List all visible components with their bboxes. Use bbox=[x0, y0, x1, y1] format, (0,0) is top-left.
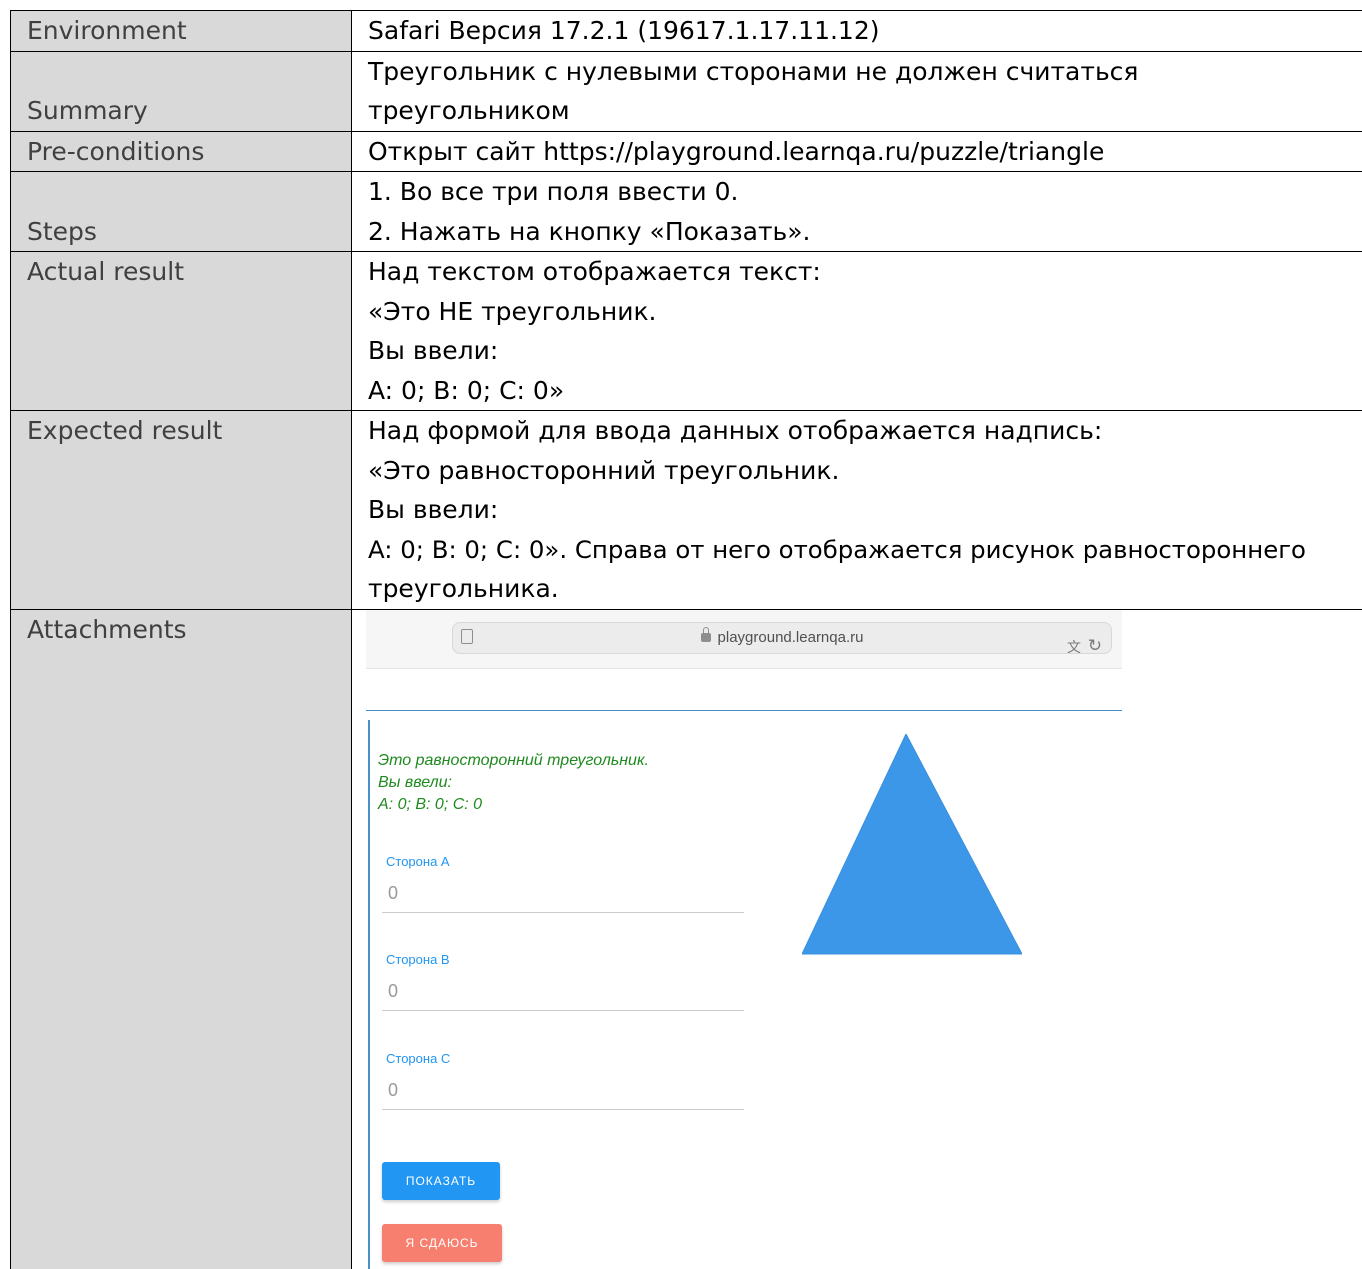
side-b-label: Сторона B bbox=[386, 951, 450, 967]
result-message-line: Это равносторонний треугольник. bbox=[378, 751, 649, 769]
attachments-label: Attachments bbox=[10, 608, 352, 1269]
preconditions-label: Pre-conditions bbox=[10, 130, 352, 172]
row-preconditions: Pre-conditions Открыт сайт https://playg… bbox=[10, 130, 1362, 172]
summary-line: Треугольник с нулевыми сторонами не долж… bbox=[368, 56, 1139, 86]
document-page: Environment Safari Версия 17.2.1 (19617.… bbox=[0, 0, 1362, 1269]
side-b-field: Сторона B 0 bbox=[382, 952, 744, 1011]
browser-toolbar: playground.learnqa.ru 文 ↻ bbox=[366, 610, 1122, 669]
preconditions-value: Открыт сайт https://playground.learnqa.r… bbox=[351, 130, 1362, 172]
header-divider bbox=[366, 709, 1122, 711]
row-steps: Steps 1. Во все три поля ввести 0. 2. На… bbox=[10, 171, 1362, 252]
environment-text: Safari Версия 17.2.1 (19617.1.17.11.12) bbox=[368, 16, 880, 45]
summary-label: Summary bbox=[10, 50, 352, 132]
show-button[interactable]: ПОКАЗАТЬ bbox=[382, 1161, 500, 1200]
address-bar[interactable]: playground.learnqa.ru 文 ↻ bbox=[452, 621, 1112, 655]
url-text: playground.learnqa.ru bbox=[717, 628, 864, 646]
expected-line: Вы ввели: bbox=[368, 495, 499, 524]
give-up-button[interactable]: Я СДАЮСЬ bbox=[382, 1223, 502, 1262]
side-c-field: Сторона C 0 bbox=[382, 1051, 744, 1110]
lock-icon bbox=[700, 626, 711, 642]
bug-report-table: Environment Safari Версия 17.2.1 (19617.… bbox=[10, 10, 1362, 1269]
triangle-figure bbox=[802, 733, 1022, 954]
actual-result-label: Actual result bbox=[10, 251, 352, 411]
side-a-input[interactable]: 0 bbox=[382, 876, 744, 913]
step-line: 1. Во все три поля ввести 0. bbox=[368, 177, 739, 206]
translate-icon[interactable]: 文 bbox=[1067, 628, 1081, 668]
actual-line: Над текстом отображается текст: bbox=[368, 257, 821, 286]
equilateral-triangle bbox=[802, 733, 1022, 954]
result-message-line: Вы ввели: bbox=[378, 773, 452, 791]
attachments-value: playground.learnqa.ru 文 ↻ Это равносторо… bbox=[351, 608, 1362, 1269]
result-message-line: A: 0; B: 0; C: 0 bbox=[378, 795, 483, 813]
side-c-label: Сторона C bbox=[386, 1050, 451, 1066]
content-border bbox=[368, 719, 370, 1269]
reload-icon[interactable]: ↻ bbox=[1088, 626, 1102, 666]
row-summary: Summary Треугольник с нулевыми сторонами… bbox=[10, 50, 1362, 132]
expected-result-label: Expected result bbox=[10, 410, 352, 610]
side-a-field: Сторона A 0 bbox=[382, 854, 744, 913]
expected-line: треугольника. bbox=[368, 574, 559, 603]
row-actual-result: Actual result Над текстом отображается т… bbox=[10, 251, 1362, 411]
expected-line: Над формой для ввода данных отображается… bbox=[368, 416, 1103, 445]
row-attachments: Attachments playground.learnqa.ru 文 ↻ Эт… bbox=[10, 608, 1362, 1269]
actual-line: Вы ввели: bbox=[368, 336, 499, 365]
actual-result-value: Над текстом отображается текст: «Это НЕ … bbox=[351, 251, 1362, 411]
summary-value: Треугольник с нулевыми сторонами не долж… bbox=[351, 50, 1362, 132]
environment-value: Safari Версия 17.2.1 (19617.1.17.11.12) bbox=[351, 10, 1362, 52]
side-b-input[interactable]: 0 bbox=[382, 974, 744, 1011]
step-line: 2. Нажать на кнопку «Показать». bbox=[368, 216, 811, 246]
result-message: Это равносторонний треугольник. Вы ввели… bbox=[378, 750, 649, 816]
steps-value: 1. Во все три поля ввести 0. 2. Нажать н… bbox=[351, 171, 1362, 252]
row-expected-result: Expected result Над формой для ввода дан… bbox=[10, 410, 1362, 610]
actual-line: A: 0; B: 0; C: 0» bbox=[368, 375, 565, 405]
expected-line: «Это равносторонний треугольник. bbox=[368, 455, 840, 485]
summary-line: треугольником bbox=[368, 96, 570, 125]
attachment-screenshot: playground.learnqa.ru 文 ↻ Это равносторо… bbox=[352, 610, 1362, 1269]
address-url: playground.learnqa.ru bbox=[453, 626, 1111, 647]
row-environment: Environment Safari Версия 17.2.1 (19617.… bbox=[10, 10, 1362, 52]
expected-result-value: Над формой для ввода данных отображается… bbox=[351, 410, 1362, 610]
side-c-input[interactable]: 0 bbox=[382, 1073, 744, 1110]
steps-label: Steps bbox=[10, 171, 352, 252]
preconditions-text: Открыт сайт https://playground.learnqa.r… bbox=[368, 136, 1105, 166]
environment-label: Environment bbox=[10, 10, 352, 52]
expected-line: A: 0; B: 0; C: 0». Справа от него отобра… bbox=[368, 534, 1306, 564]
side-a-label: Сторона A bbox=[386, 853, 450, 869]
actual-line: «Это НЕ треугольник. bbox=[368, 296, 657, 326]
